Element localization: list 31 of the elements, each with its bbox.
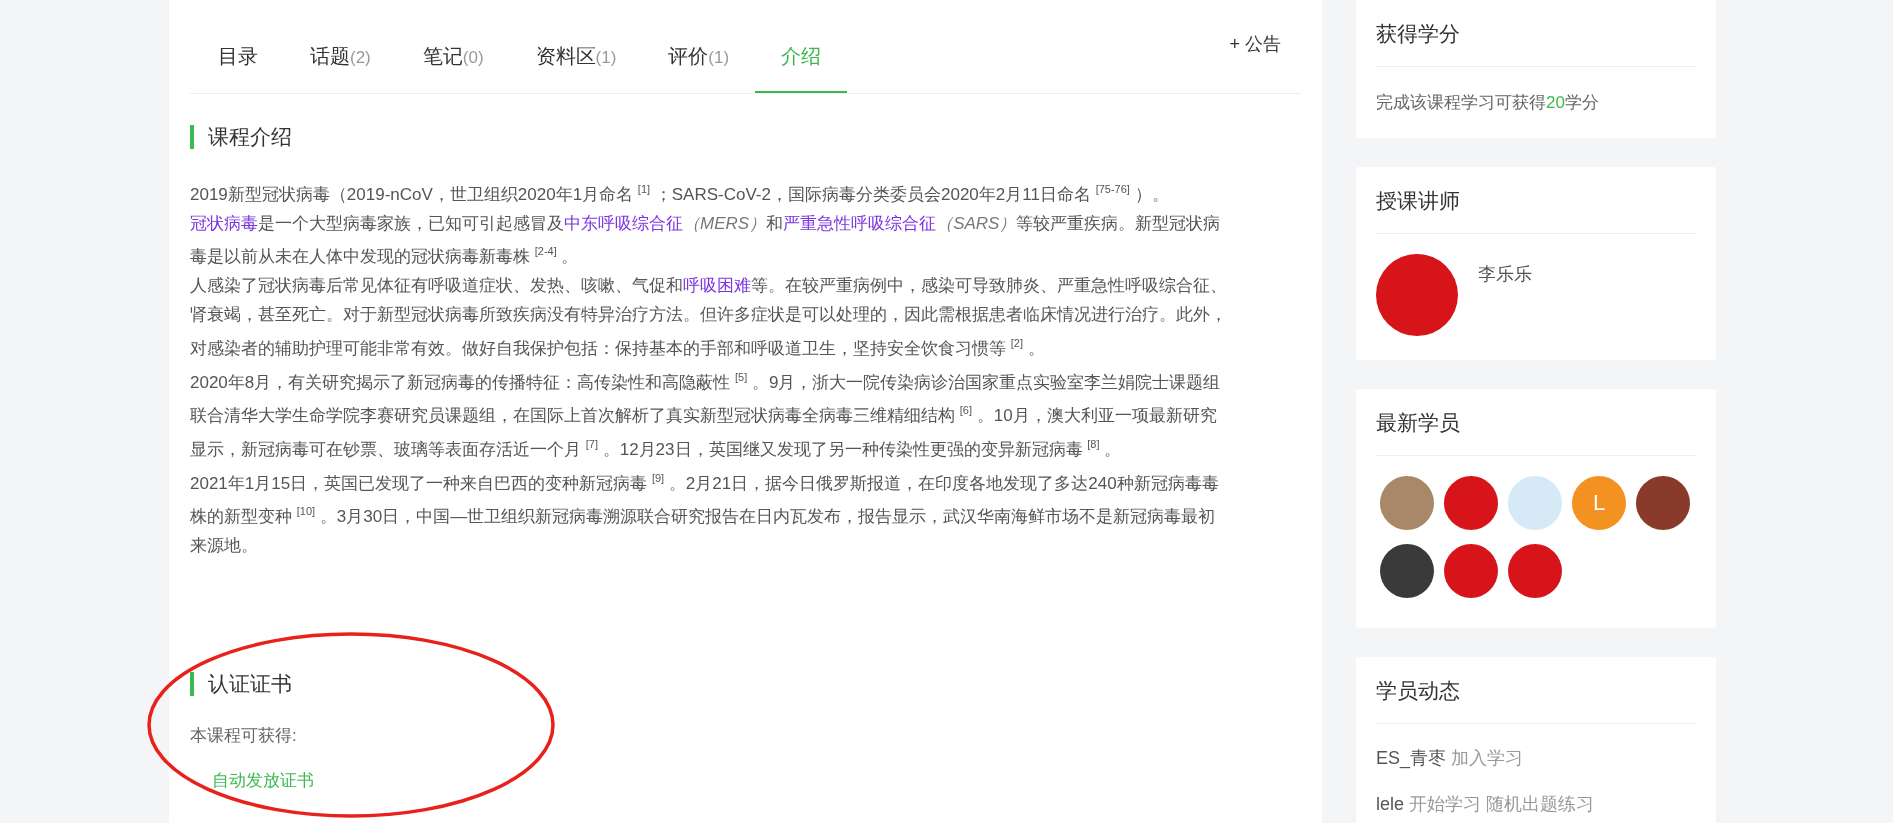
tab[interactable]: 资料区(1) [509, 41, 643, 93]
intro-paragraph: 2019新型冠状病毒（2019-nCoV，世卫组织2020年1月命名 $^{[1]}$ ；SARS-CoV-2，国际病毒分类委员会2020年2月11日命名 $^{[75-76]}$ ）。 [190, 182, 1170, 206]
section-title: 认证证书 [190, 672, 1301, 697]
announcement-button[interactable]: + 公告 [1229, 32, 1301, 56]
certificate-label: 本课程可获得: [190, 725, 298, 748]
tab[interactable]: 笔记(0) [396, 41, 510, 93]
section-title: 课程介绍 [190, 125, 1301, 149]
card-title: 学员动态 [1376, 657, 1696, 724]
card-title: 最新学员 [1376, 389, 1696, 456]
activity-entry: ES_青枣 加入学习 [1376, 747, 1525, 770]
student-avatar[interactable] [1636, 476, 1690, 530]
credits-text: 完成该课程学习可获得20学分 [1376, 92, 1600, 114]
intro-paragraph: 2021年1月15日，英国已发现了一种来自巴西的变种新冠病毒 $^{[9]}$ 。2月21日，据今日俄罗斯报道，在印度各地发现了多达240种新冠病毒毒株的新型变种 $^{[10]}$ 。3月30日，中国—世卫组织新冠病毒溯源联合研究报告在日内瓦发布，报告显示，武汉华南海鲜市场不是新冠病毒最初来源地。 [190, 470, 1220, 558]
link[interactable]: 呼吸困难 [683, 276, 751, 296]
tab[interactable]: 话题(2) [284, 41, 397, 93]
card-title: 授课讲师 [1376, 167, 1696, 234]
student-avatar[interactable] [1508, 544, 1562, 598]
tab[interactable]: 评价(1) [642, 41, 756, 93]
student-avatar[interactable] [1444, 544, 1498, 598]
link[interactable]: 严重急性呼吸综合征 [783, 213, 937, 233]
student-avatar[interactable] [1380, 544, 1434, 598]
teacher-name[interactable]: 李乐乐 [1478, 262, 1532, 336]
link[interactable]: 中东呼吸综合征 [564, 213, 683, 233]
intro-paragraph: 冠状病毒是一个大型病毒家族，已知可引起感冒及中东呼吸综合征（MERS）和严重急性呼吸综合征（SARS）等较严重疾病。新型冠状病毒是以前从未在人体中发现的冠状病毒新毒株 $^{[2-4]}$ 。 [190, 212, 1222, 269]
intro-paragraph: 2020年8月，有关研究揭示了新冠病毒的传播特征：高传染性和高隐蔽性 $^{[5]}$ 。9月，浙大一院传染病诊治国家重点实验室李兰娟院士课题组联合清华大学生命学院李赛研究员课题组，在国际上首次解析了真实新型冠状病毒全病毒三维精细结构 $^{[6]}$ 。10月，澳大利亚一项最新研究显示，新冠病毒可在钞票、玻璃等表面存活近一个月 $^{[7]}$ 。12月23日，英国继又发现了另一种传染性更强的变异新冠病毒 $^{[8]}$ 。 [190, 369, 1222, 461]
link[interactable]: 冠状病毒 [190, 213, 258, 233]
student-avatar[interactable] [1444, 476, 1498, 530]
intro-paragraph: 人感染了冠状病毒后常见体征有呼吸道症状、发热、咳嗽、气促和呼吸困难等。在较严重病例中，感染可导致肺炎、严重急性呼吸综合征、肾衰竭，甚至死亡。对于新型冠状病毒所致疾病没有特异治疗方法。但许多症状是可以处理的，因此需根据患者临床情况进行治疗。此外，对感染者的辅助护理可能非常有效。做好自我保护包括：保持基本的手部和呼吸道卫生，坚持安全饮食习惯等 $^{[2]}$ 。 [190, 275, 1228, 360]
tab[interactable]: 目录 [190, 41, 284, 93]
activity-entry: lele 开始学习 随机出题练习 [1376, 793, 1596, 816]
card-title: 获得学分 [1376, 0, 1696, 67]
